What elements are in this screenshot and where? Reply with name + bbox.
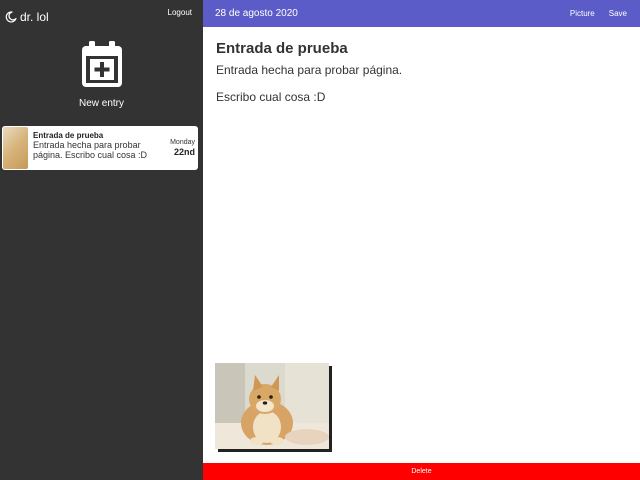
sidebar: dr. lol Logout New entry Entrada de prue…: [0, 0, 203, 480]
moon-icon: [5, 11, 17, 23]
new-entry-button[interactable]: New entry: [0, 40, 203, 109]
entry-photo[interactable]: [215, 363, 329, 449]
entry-title[interactable]: Entrada de prueba: [216, 40, 348, 57]
entry-date-header: 28 de agosto 2020: [215, 8, 298, 19]
logout-button[interactable]: Logout: [168, 8, 192, 17]
entry-list-item[interactable]: Entrada de prueba Entrada hecha para pro…: [2, 126, 198, 170]
entry-item-excerpt: Entrada hecha para probar página. Escrib…: [33, 140, 148, 160]
entry-item-day: 22nd: [173, 147, 195, 157]
brand: dr. lol: [5, 10, 49, 24]
entry-item-weekday: Monday: [170, 139, 195, 146]
main-panel: 28 de agosto 2020 Picture Save Entrada d…: [203, 0, 640, 480]
new-entry-label: New entry: [78, 98, 124, 109]
entry-item-date: Monday 22nd: [170, 138, 195, 158]
entry-paragraph: Escribo cual cosa :D: [216, 90, 326, 104]
brand-name: dr. lol: [20, 10, 49, 24]
app: dr. lol Logout New entry Entrada de prue…: [0, 0, 640, 480]
entry-body[interactable]: Entrada hecha para probar página. Escrib…: [216, 63, 626, 117]
delete-button[interactable]: Delete: [203, 463, 640, 480]
entry-paragraph: Entrada hecha para probar página.: [216, 63, 403, 77]
picture-button[interactable]: Picture: [570, 9, 595, 18]
entry-thumbnail: [3, 127, 28, 169]
calendar-plus-icon: [0, 40, 203, 88]
topbar: 28 de agosto 2020 Picture Save: [203, 0, 640, 27]
entry-text: Entrada de prueba Entrada hecha para pro…: [33, 131, 168, 160]
entry-item-title: Entrada de prueba: [33, 131, 104, 140]
dog-photo: [215, 363, 329, 449]
topbar-actions: Picture Save: [570, 9, 627, 18]
save-button[interactable]: Save: [609, 9, 627, 18]
